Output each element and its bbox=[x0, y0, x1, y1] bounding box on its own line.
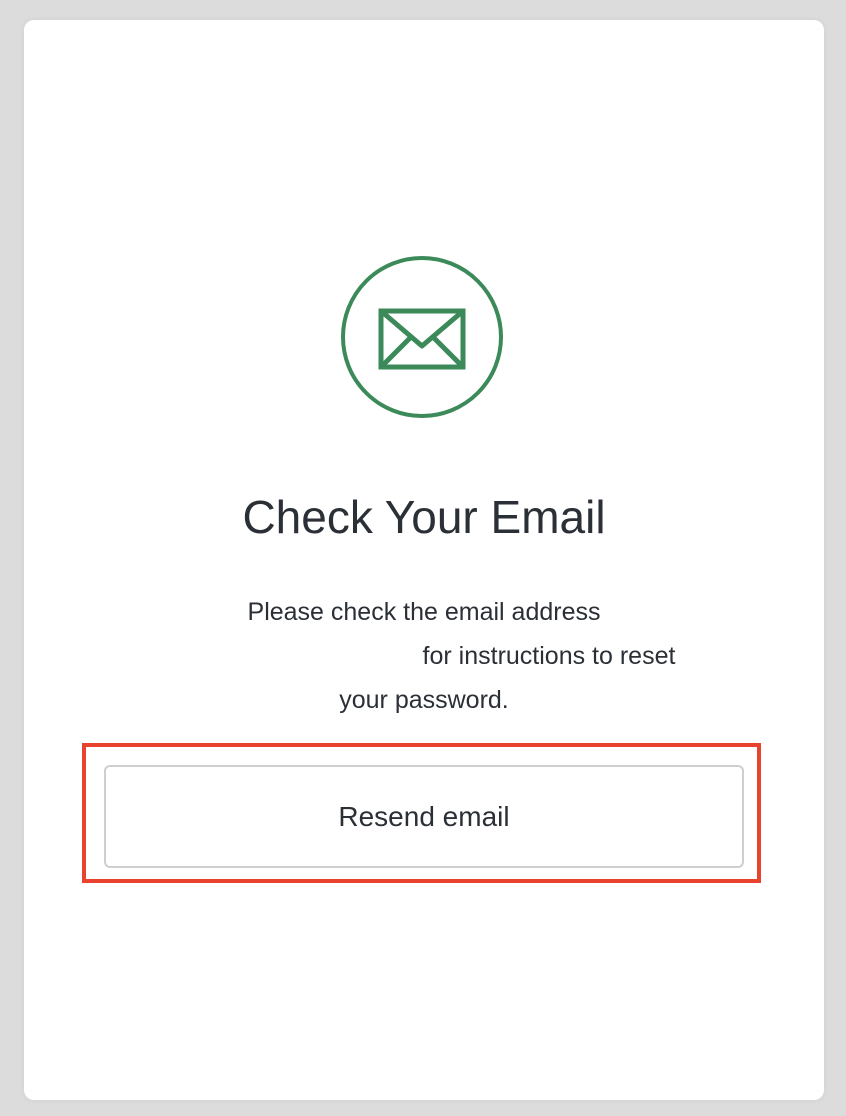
envelope-icon bbox=[378, 308, 466, 370]
message-line-1: Please check the email address bbox=[247, 598, 601, 626]
envelope-icon-circle bbox=[341, 256, 503, 418]
message-line-2: for instructions to reset bbox=[422, 642, 676, 670]
resend-email-button[interactable]: Resend email bbox=[104, 765, 744, 868]
message-line-3: your password. bbox=[339, 686, 509, 714]
check-email-card: Check Your Email Please check the email … bbox=[24, 20, 824, 1100]
instructions-message: Please check the email address for instr… bbox=[169, 590, 679, 722]
page-title: Check Your Email bbox=[242, 491, 606, 543]
